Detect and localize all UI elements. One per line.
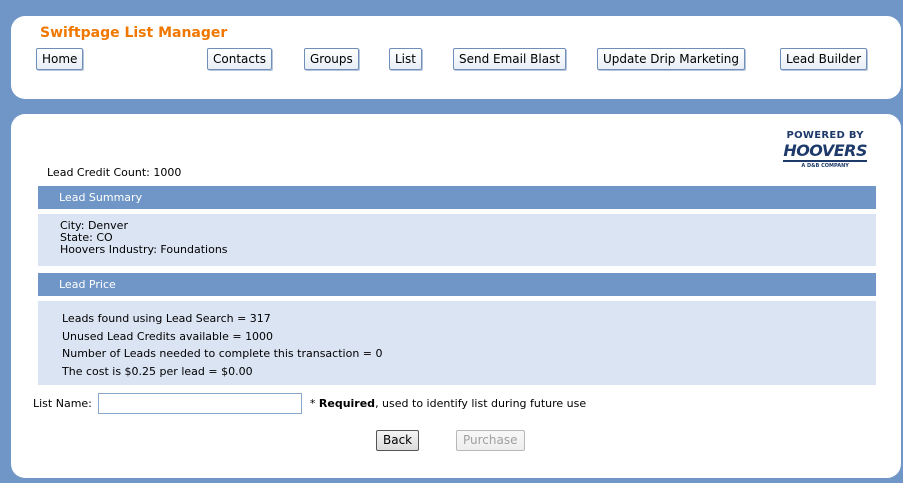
lead-credit-count: Lead Credit Count: 1000 <box>47 166 182 179</box>
hoovers-wordmark: HOOVERS <box>783 141 867 162</box>
required-asterisk: * <box>309 396 319 410</box>
nav-lead-builder-button[interactable]: Lead Builder <box>780 48 868 70</box>
powered-by-text: POWERED BY <box>786 130 864 141</box>
back-button[interactable]: Back <box>376 430 420 451</box>
lead-summary-header: Lead Summary <box>38 186 876 209</box>
summary-city: City: Denver <box>60 219 128 232</box>
list-name-input[interactable] <box>97 392 302 414</box>
main-panel: POWERED BY HOOVERS A D&B COMPANY Lead Cr… <box>11 114 901 478</box>
required-word: Required <box>318 396 376 410</box>
app-title: Swiftpage List Manager <box>40 25 228 41</box>
nav-update-drip-marketing-button[interactable]: Update Drip Marketing <box>597 48 746 70</box>
nav-home-button[interactable]: Home <box>36 48 84 70</box>
nav-send-email-blast-button[interactable]: Send Email Blast <box>453 48 567 70</box>
price-unused-credits: Unused Lead Credits available = 1000 <box>62 329 274 343</box>
lead-summary-box: City: Denver State: CO Hoovers Industry:… <box>38 214 876 266</box>
lead-price-header: Lead Price <box>38 273 876 296</box>
price-cost: The cost is $0.25 per lead = $0.00 <box>62 364 253 378</box>
header-panel: Swiftpage List Manager Home Contacts Gro… <box>11 16 901 99</box>
summary-industry: Hoovers Industry: Foundations <box>60 243 228 256</box>
price-leads-found: Leads found using Lead Search = 317 <box>62 312 271 325</box>
nav-groups-button[interactable]: Groups <box>304 48 359 70</box>
lead-price-box: Leads found using Lead Search = 317 Unus… <box>38 301 876 385</box>
hoovers-logo: POWERED BY HOOVERS A D&B COMPANY <box>783 130 867 169</box>
required-description: , used to identify list during future us… <box>375 396 587 410</box>
required-note: * Required, used to identify list during… <box>310 397 586 410</box>
nav-list-button[interactable]: List <box>389 48 422 70</box>
list-name-label: List Name: <box>33 396 92 410</box>
purchase-button[interactable]: Purchase <box>456 430 525 451</box>
price-leads-needed: Number of Leads needed to complete this … <box>62 347 383 360</box>
list-name-row: List Name: * Required, used to identify … <box>33 392 586 414</box>
hoovers-tagline: A D&B COMPANY <box>801 163 849 169</box>
nav-contacts-button[interactable]: Contacts <box>207 48 272 70</box>
